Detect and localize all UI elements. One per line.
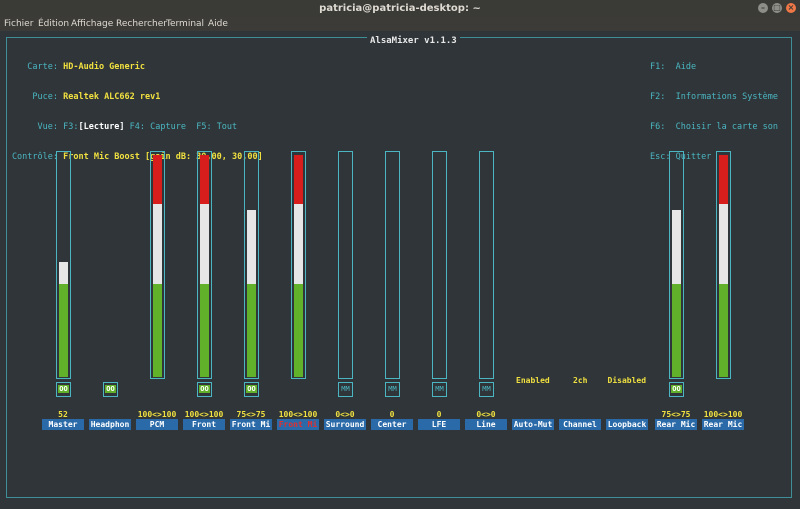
volume-fill-green [247,283,256,377]
volume-bar[interactable] [197,151,212,379]
vue-f3[interactable]: F3: [63,122,78,132]
unmuted-toggle[interactable]: OO [56,382,71,397]
help-f6: F6: Choisir la carte son [650,122,778,132]
volume-level: 100<>100 [703,410,743,419]
volume-fill-red [153,155,162,204]
channel-name[interactable]: Master [42,419,84,430]
volume-fill-white [200,203,209,284]
mute-state-text: OO [671,385,682,393]
volume-fill-red [200,155,209,204]
window-buttons: – □ × [758,3,796,13]
unmuted-toggle[interactable]: OO [103,382,118,397]
channel-name[interactable]: Headphon [89,419,131,430]
channel-name[interactable]: Line [465,419,507,430]
mute-state-text: OO [58,385,69,393]
volume-bar[interactable] [244,151,259,379]
enum-value[interactable]: 2ch [573,376,587,385]
volume-fill-green [672,283,681,377]
vue-capture[interactable]: F4: Capture [130,122,186,132]
unmuted-toggle[interactable]: OO [669,382,684,397]
carte-label: Carte: [27,62,58,72]
carte-value: HD-Audio Generic [63,62,146,72]
volume-fill-green [59,283,68,377]
window-title: patricia@patricia-desktop: ~ [319,3,481,14]
volume-bar[interactable] [716,151,731,379]
terminal-area[interactable]: AlsaMixer v1.1.3 Carte: HD-Audio Generic… [0,31,800,509]
mute-state-text: MM [482,385,491,393]
volume-level: 52 [58,410,68,419]
vue-tout[interactable]: F5: Tout [196,122,237,132]
volume-bar[interactable] [479,151,494,379]
volume-fill-green [719,283,728,377]
muted-toggle[interactable]: MM [338,382,353,397]
unmuted-toggle[interactable]: OO [244,382,259,397]
volume-fill-green [200,283,209,377]
puce-value: Realtek ALC662 rev1 [63,92,161,102]
close-icon[interactable]: × [786,3,796,13]
volume-bar[interactable] [432,151,447,379]
mute-state-text: OO [199,385,210,393]
volume-fill-green [294,283,303,377]
channel-name[interactable]: Rear Mic [655,419,697,430]
channel-name[interactable]: Surround [324,419,366,430]
muted-toggle[interactable]: MM [479,382,494,397]
volume-bar[interactable] [669,151,684,379]
channel-name[interactable]: Center [371,419,413,430]
menu-edition[interactable]: Édition [38,17,69,31]
vue-label: Vue: [37,122,58,132]
mute-state-text: OO [246,385,257,393]
volume-fill-red [294,155,303,204]
help-f2: F2: Informations Système [650,92,778,102]
menu-fichier[interactable]: Fichier [4,17,33,31]
menu-rechercher[interactable]: Rechercher [116,17,167,31]
puce-label: Puce: [32,92,58,102]
volume-fill-white [672,210,681,284]
volume-level: 0<>0 [476,410,496,419]
muted-toggle[interactable]: MM [432,382,447,397]
channel-name[interactable]: Auto-Mut [512,419,554,430]
menu-terminal[interactable]: Terminal [166,17,204,31]
info-block: Carte: HD-Audio Generic Puce: Realtek AL… [10,42,263,182]
menu-bar: Fichier Édition Affichage Rechercher Ter… [0,17,800,31]
volume-fill-white [294,203,303,284]
volume-fill-red [719,155,728,204]
vue-lecture[interactable]: [Lecture] [78,122,124,132]
volume-bar[interactable] [150,151,165,379]
volume-fill-white [247,210,256,284]
volume-fill-white [153,203,162,284]
window-titlebar: patricia@patricia-desktop: ~ – □ × [0,0,800,17]
channel-name[interactable]: Front Mi [230,419,272,430]
menu-affichage[interactable]: Affichage [71,17,113,31]
controle-label: Contrôle: [11,152,58,162]
channel-name[interactable]: Front [183,419,225,430]
enum-value[interactable]: Enabled [516,376,550,385]
help-f1: F1: Aide [650,62,697,72]
volume-bar[interactable] [385,151,400,379]
mute-state-text: OO [105,385,116,393]
muted-toggle[interactable]: MM [385,382,400,397]
channel-name[interactable]: Rear Mic [702,419,744,430]
unmuted-toggle[interactable]: OO [197,382,212,397]
volume-bar[interactable] [338,151,353,379]
volume-fill-white [59,262,68,284]
channel-name[interactable]: Front Mi [277,419,319,430]
menu-aide[interactable]: Aide [208,17,228,31]
minimize-icon[interactable]: – [758,3,768,13]
app-title: AlsaMixer v1.1.3 [367,37,460,46]
volume-bar[interactable] [56,151,71,379]
channel-name[interactable]: PCM [136,419,178,430]
volume-bar[interactable] [291,151,306,379]
mute-state-text: MM [341,385,350,393]
channel-name[interactable]: Channel [559,419,601,430]
maximize-icon[interactable]: □ [772,3,782,13]
channel-name[interactable]: LFE [418,419,460,430]
enum-value[interactable]: Disabled [608,376,647,385]
volume-fill-green [153,283,162,377]
channel-name[interactable]: Loopback [606,419,648,430]
volume-fill-white [719,203,728,284]
mute-state-text: MM [435,385,444,393]
mute-state-text: MM [388,385,397,393]
